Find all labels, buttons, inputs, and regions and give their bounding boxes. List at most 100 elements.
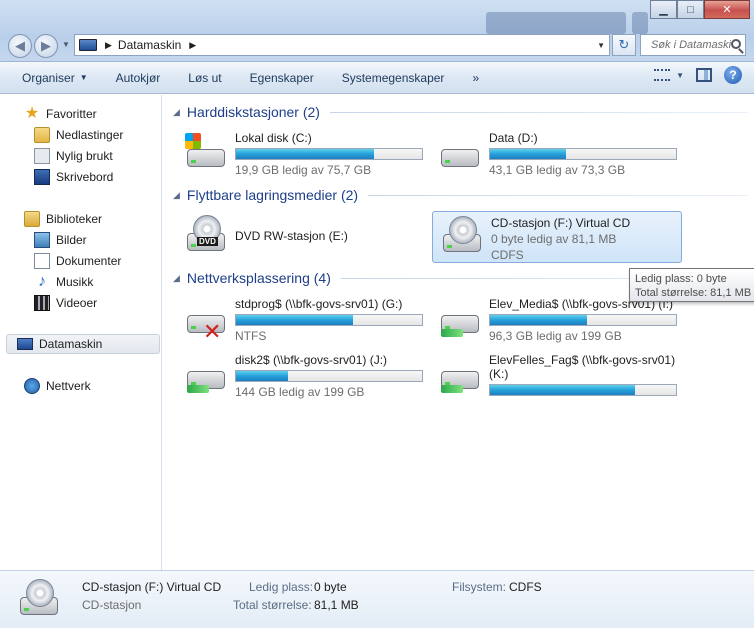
sidebar-item-label: Datamaskin [39,337,103,351]
drive-filesystem: NTFS [235,329,267,343]
network-plug-icon [441,329,463,337]
drive-usage-bar [235,148,423,160]
drive-c[interactable]: Lokal disk (C:) 19,9 GB ledig av 75,7 GB [177,127,427,177]
change-view-icon[interactable] [654,69,671,81]
maximize-button[interactable]: □ [677,0,704,19]
tooltip-total-size: Total størrelse: 81,1 MB [635,287,752,299]
breadcrumb-computer[interactable]: Datamaskin [118,38,181,52]
drive-name: stdprog$ (\\bfk-govs-srv01) (G:) [235,297,403,311]
details-item-name: CD-stasjon (F:) Virtual CD [82,580,222,594]
libraries-icon [24,211,40,227]
group-divider [329,111,748,113]
sidebar-item-documents[interactable]: Dokumenter [34,251,121,271]
more-commands-button[interactable]: » [458,66,493,90]
drive-d[interactable]: Data (D:) 43,1 GB ledig av 73,3 GB [431,127,681,177]
sidebar-item-favorites[interactable]: ★ Favoritter [24,104,97,124]
drive-usage-fill [490,315,587,325]
sidebar-item-desktop[interactable]: Skrivebord [34,167,113,187]
view-controls: ▼ ? [654,66,742,84]
minimize-button[interactable]: ▁ [650,0,677,19]
disconnected-x-icon: ✕ [203,319,222,344]
drive-j[interactable]: disk2$ (\\bfk-govs-srv01) (J:) 144 GB le… [177,349,427,399]
autoplay-button[interactable]: Autokjør [102,66,175,90]
search-icon[interactable] [731,39,741,49]
close-button[interactable]: ✕ [704,0,750,19]
windows-logo-icon [185,133,201,149]
hard-disk-icon [183,131,229,175]
breadcrumb-chevron-icon[interactable]: ▶ [189,40,196,51]
drive-k[interactable]: ElevFelles_Fag$ (\\bfk-govs-srv01) (K:) [431,349,681,399]
eject-button[interactable]: Løs ut [174,66,235,90]
drive-free-space: 43,1 GB ledig av 73,3 GB [489,163,626,177]
disc-icon [449,216,477,244]
group-title: Harddiskstasjoner (2) [186,104,320,120]
cd-drive-icon [16,579,60,619]
address-dropdown-icon[interactable]: ▼ [597,41,605,50]
sidebar-item-computer[interactable]: Datamaskin [6,334,160,354]
drive-usage-bar [489,384,677,396]
view-options-chevron-icon[interactable]: ▼ [676,71,684,80]
sidebar-item-downloads[interactable]: Nedlastinger [34,125,123,145]
window-controls: ▁ □ ✕ [650,0,750,19]
organize-button[interactable]: Organiser ▼ [0,66,102,90]
help-icon[interactable]: ? [724,66,742,84]
sidebar-item-recent[interactable]: Nylig brukt [34,146,113,166]
drive-f[interactable]: CD-stasjon (F:) Virtual CD 0 byte ledig … [432,211,682,263]
details-total-label: Total størrelse: [233,598,312,612]
command-bar: Organiser ▼ Autokjør Løs ut Egenskaper Sy… [0,62,754,94]
sidebar-item-network[interactable]: Nettverk [24,376,91,396]
sidebar-item-music[interactable]: ♪ Musikk [34,272,93,292]
drive-usage-bar [489,148,677,160]
title-bar: ▁ □ ✕ ◀ ▶ ▼ ▶ Datamaskin ▶ ▼ ↻ Søk i Dat… [0,0,754,62]
network-plug-icon [187,385,209,393]
sidebar-item-videos[interactable]: Videoer [34,293,97,313]
group-header-removable[interactable]: ◢ Flyttbare lagringsmedier (2) [173,187,748,203]
computer-icon [17,338,33,350]
group-header-hdd[interactable]: ◢ Harddiskstasjoner (2) [173,104,748,120]
collapse-arrow-icon[interactable]: ◢ [173,190,180,201]
star-icon: ★ [24,105,40,122]
organize-label: Organiser [22,70,75,85]
details-fs-value: CDFS [509,580,542,594]
navigation-pane: ★ Favoritter Nedlastinger Nylig brukt Skr… [0,95,162,570]
preview-pane-icon[interactable] [696,68,712,82]
sidebar-item-label: Nettverk [46,379,91,393]
address-bar[interactable]: ▶ Datamaskin ▶ ▼ [74,34,610,56]
drive-name: Data (D:) [489,131,538,145]
search-input[interactable]: Søk i Datamaskin [640,34,746,56]
network-drive-icon [183,353,229,397]
properties-button[interactable]: Egenskaper [236,66,328,90]
details-free-label: Ledig plass: [249,580,314,594]
forward-button[interactable]: ▶ [34,34,58,58]
drive-tooltip: Ledig plass: 0 byte Total størrelse: 81,… [629,268,754,302]
drive-name: ElevFelles_Fag$ (\\bfk-govs-srv01) [489,353,676,367]
drive-e[interactable]: DVD DVD RW-stasjon (E:) [177,211,427,261]
collapse-arrow-icon[interactable]: ◢ [173,107,180,118]
network-plug-icon [441,385,463,393]
details-fs-label: Filsystem: [452,580,506,594]
drive-free-space: 96,3 GB ledig av 199 GB [489,329,622,343]
back-button[interactable]: ◀ [8,34,32,58]
desktop-icon [34,169,50,185]
drive-usage-bar [489,314,677,326]
system-properties-button[interactable]: Systemegenskaper [328,66,459,90]
sidebar-item-pictures[interactable]: Bilder [34,230,87,250]
sidebar-item-label: Favoritter [46,107,97,121]
breadcrumb-separator-icon[interactable]: ▶ [105,40,112,51]
drive-usage-bar [235,314,423,326]
disc-icon [26,579,54,607]
forward-arrow-icon: ▶ [41,38,51,53]
drive-g[interactable]: ✕ stdprog$ (\\bfk-govs-srv01) (G:) NTFS [177,293,427,343]
sidebar-item-libraries[interactable]: Biblioteker [24,209,102,229]
video-film-icon [34,295,50,311]
sidebar-item-label: Nylig brukt [56,149,113,163]
drive-usage-fill [236,371,289,381]
content-pane: ◢ Harddiskstasjoner (2) Lokal disk (C:) 1… [163,95,752,570]
collapse-arrow-icon[interactable]: ◢ [173,273,180,284]
computer-icon [79,39,97,51]
drive-filesystem: CDFS [491,248,524,262]
downloads-folder-icon [34,127,50,143]
back-arrow-icon: ◀ [15,38,25,53]
refresh-button[interactable]: ↻ [612,34,636,56]
recent-pages-dropdown[interactable]: ▼ [62,40,70,49]
